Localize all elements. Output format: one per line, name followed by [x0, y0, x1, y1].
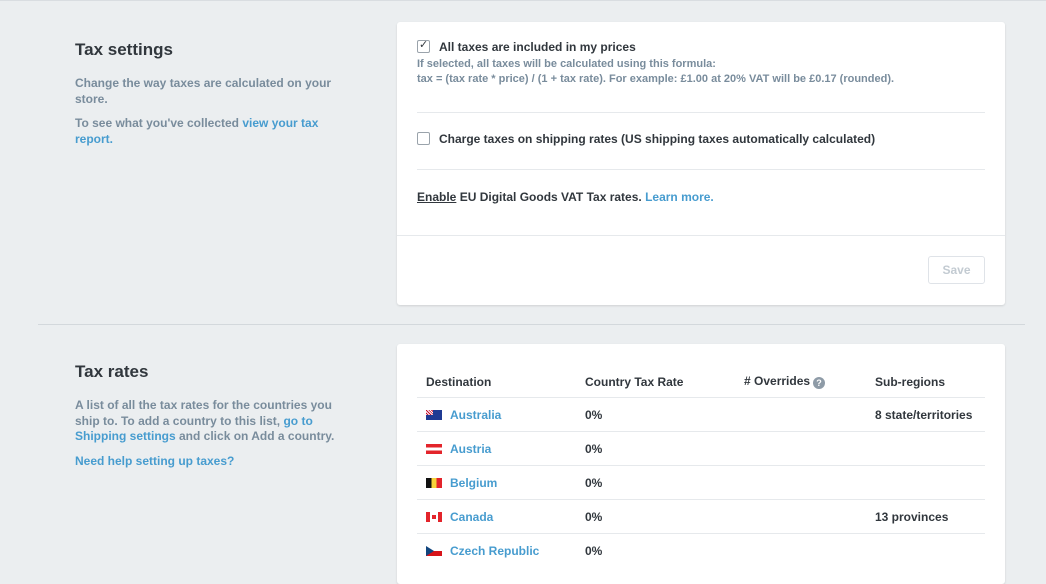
rate-cell: 0% — [576, 431, 735, 466]
canada-flag-icon — [426, 511, 442, 522]
subregions-cell — [866, 533, 985, 567]
overrides-cell — [735, 499, 866, 534]
tax-rates-text-part2: and click on Add a country. — [175, 429, 335, 443]
tax-rates-text: A list of all the tax rates for the coun… — [75, 398, 350, 445]
tax-settings-section: Tax settings Change the way taxes are ca… — [0, 0, 1046, 324]
learn-more-link[interactable]: Learn more. — [645, 190, 714, 204]
column-overrides-label: # Overrides — [744, 374, 811, 388]
tax-settings-card: All taxes are included in my prices If s… — [397, 22, 1005, 305]
eu-vat-line: Enable EU Digital Goods VAT Tax rates. L… — [417, 190, 714, 204]
czech-flag-icon — [426, 545, 442, 556]
tax-rates-card: Destination Country Tax Rate # Overrides… — [397, 344, 1005, 584]
country-link[interactable]: Australia — [450, 408, 501, 422]
rate-cell: 0% — [576, 465, 735, 500]
column-overrides: # Overrides? — [735, 366, 866, 398]
taxes-included-help-2: tax = (tax rate * price) / (1 + tax rate… — [417, 73, 895, 85]
shipping-tax-label[interactable]: Charge taxes on shipping rates (US shipp… — [439, 132, 875, 146]
overrides-cell — [735, 465, 866, 500]
tax-help-line: Need help setting up taxes? — [75, 454, 350, 470]
taxes-included-checkbox[interactable] — [417, 38, 430, 53]
subregions-cell — [866, 465, 985, 500]
tax-rates-title: Tax rates — [75, 362, 149, 381]
divider — [397, 235, 1005, 236]
table-row: Austria 0% — [417, 431, 985, 466]
tax-settings-text: Change the way taxes are calculated on y… — [75, 76, 332, 106]
eu-vat-text: EU Digital Goods VAT Tax rates. — [456, 190, 646, 204]
tax-rates-table: Destination Country Tax Rate # Overrides… — [417, 366, 985, 567]
tax-report-line: To see what you've collected view your t… — [75, 116, 350, 147]
tax-help-link[interactable]: Need help setting up taxes? — [75, 454, 234, 468]
australia-flag-icon — [426, 409, 442, 420]
taxes-included-option: All taxes are included in my prices — [417, 38, 636, 54]
country-link[interactable]: Belgium — [450, 476, 497, 490]
divider — [417, 112, 985, 113]
question-icon[interactable]: ? — [813, 377, 826, 389]
save-button[interactable]: Save — [928, 256, 985, 284]
rate-cell: 0% — [576, 397, 735, 432]
tax-settings-description: Tax settings Change the way taxes are ca… — [75, 40, 350, 147]
overrides-cell — [735, 431, 866, 466]
table-row: Czech Republic 0% — [417, 533, 985, 567]
section-divider — [38, 324, 1025, 325]
tax-report-prefix: To see what you've collected — [75, 116, 243, 130]
enable-eu-vat-link[interactable]: Enable — [417, 190, 456, 204]
table-row: Australia 0% 8 state/territories — [417, 397, 985, 432]
destination-cell: Australia — [417, 397, 576, 432]
divider — [417, 169, 985, 170]
subregions-cell: 13 provinces — [866, 499, 985, 534]
rate-cell: 0% — [576, 499, 735, 534]
belgium-flag-icon — [426, 477, 442, 488]
table-row: Belgium 0% — [417, 465, 985, 500]
destination-cell: Canada — [417, 499, 576, 534]
destination-cell: Czech Republic — [417, 533, 576, 567]
column-sub-regions: Sub-regions — [875, 374, 946, 389]
subregions-cell: 8 state/territories — [866, 397, 985, 432]
shipping-tax-option: Charge taxes on shipping rates (US shipp… — [417, 132, 875, 146]
country-link[interactable]: Canada — [450, 510, 493, 524]
shipping-tax-checkbox[interactable] — [417, 132, 430, 145]
destination-cell: Belgium — [417, 465, 576, 500]
taxes-included-label[interactable]: All taxes are included in my prices — [439, 40, 636, 54]
destination-cell: Austria — [417, 431, 576, 466]
country-link[interactable]: Czech Republic — [450, 544, 539, 558]
table-header-row: Destination Country Tax Rate # Overrides… — [417, 366, 985, 398]
austria-flag-icon — [426, 443, 442, 454]
tax-settings-title: Tax settings — [75, 40, 173, 59]
subregions-cell — [866, 431, 985, 466]
tax-rates-description: Tax rates A list of all the tax rates fo… — [75, 362, 350, 469]
taxes-included-help-1: If selected, all taxes will be calculate… — [417, 58, 716, 70]
table-row: Canada 0% 13 provinces — [417, 499, 985, 534]
overrides-cell — [735, 397, 866, 432]
rate-cell: 0% — [576, 533, 735, 567]
overrides-cell — [735, 533, 866, 567]
column-country-tax-rate: Country Tax Rate — [585, 374, 684, 389]
country-link[interactable]: Austria — [450, 442, 491, 456]
column-destination: Destination — [426, 374, 492, 389]
